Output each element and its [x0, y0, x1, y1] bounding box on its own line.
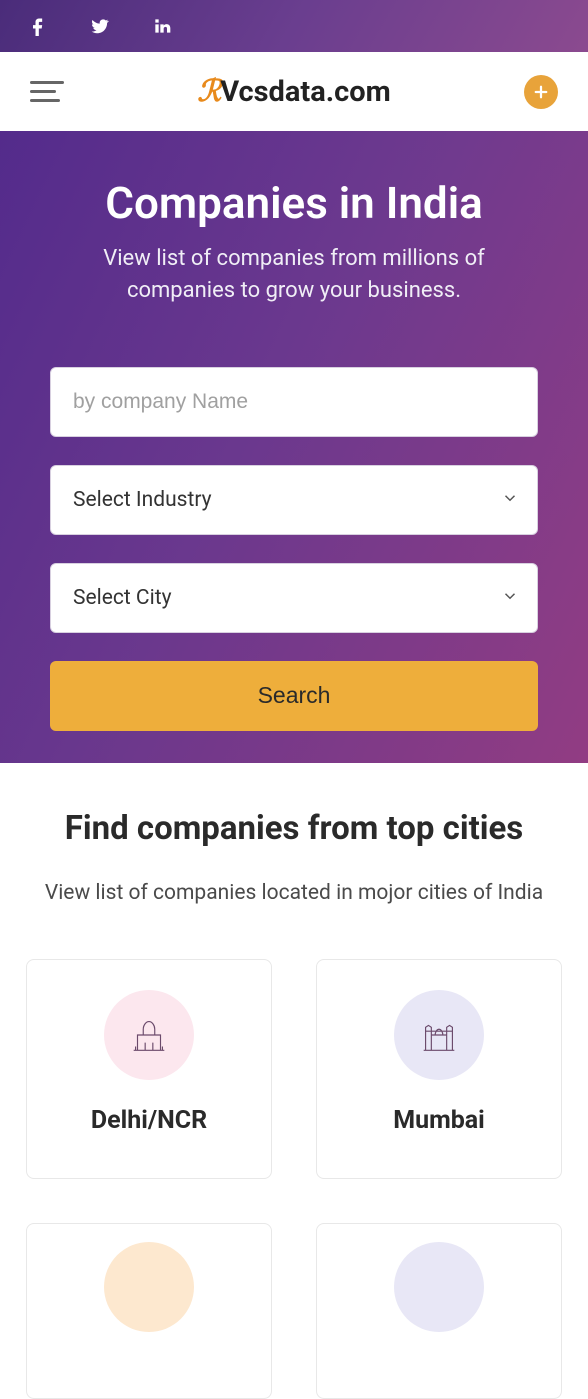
city-card-delhi[interactable]: Delhi/NCR [26, 959, 272, 1179]
logo-mark-icon: ℛ [197, 74, 221, 109]
city-grid: Delhi/NCR Mumbai [26, 959, 562, 1399]
city-select-label: Select City [73, 586, 515, 610]
twitter-icon[interactable] [90, 16, 110, 36]
hero-section: Companies in India View list of companie… [0, 131, 588, 763]
navbar: ℛ Vcsdata.com [0, 52, 588, 131]
top-cities-section: Find companies from top cities View list… [0, 763, 588, 1399]
industry-select-label: Select Industry [73, 488, 515, 512]
plus-icon [532, 83, 550, 101]
city-icon-placeholder [394, 1242, 484, 1332]
company-name-input[interactable] [73, 390, 515, 414]
cities-title: Find companies from top cities [26, 809, 562, 848]
brand-name: Vcsdata.com [220, 75, 391, 109]
city-select[interactable]: Select City [50, 563, 538, 633]
cities-subtitle: View list of companies located in mojor … [26, 878, 562, 910]
company-name-field[interactable] [50, 367, 538, 437]
gateway-icon [394, 990, 484, 1080]
search-form: Select Industry Select City Search [50, 367, 538, 731]
brand-logo[interactable]: ℛ Vcsdata.com [64, 74, 524, 109]
facebook-icon[interactable] [28, 16, 48, 36]
top-social-bar [0, 0, 588, 52]
city-icon-placeholder [104, 1242, 194, 1332]
city-card-mumbai[interactable]: Mumbai [316, 959, 562, 1179]
menu-toggle-icon[interactable] [30, 81, 64, 102]
search-button[interactable]: Search [50, 661, 538, 731]
hero-subtitle: View list of companies from millions of … [50, 243, 538, 307]
monument-icon [104, 990, 194, 1080]
hero-title: Companies in India [50, 177, 538, 229]
city-name: Mumbai [393, 1106, 485, 1135]
add-button[interactable] [524, 75, 558, 109]
industry-select[interactable]: Select Industry [50, 465, 538, 535]
linkedin-icon[interactable] [152, 16, 172, 36]
city-name: Delhi/NCR [91, 1106, 207, 1135]
